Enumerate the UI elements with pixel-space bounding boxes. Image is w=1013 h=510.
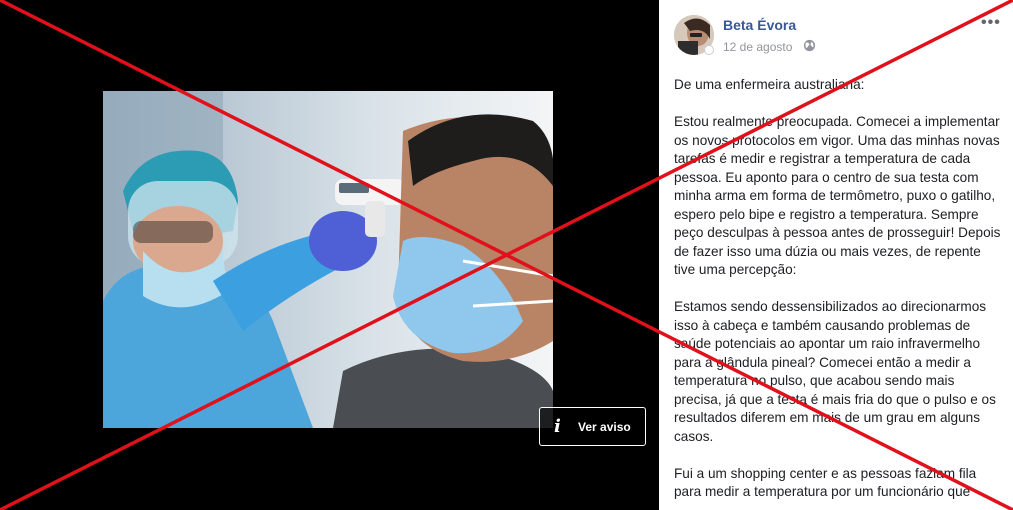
avatar-status-badge	[704, 45, 714, 55]
more-options-button[interactable]: •••	[981, 14, 1001, 32]
post-paragraph: Estamos sendo dessensibilizados ao direc…	[674, 299, 996, 444]
info-icon: i	[554, 415, 561, 437]
photo-viewer: i Ver aviso	[0, 0, 659, 510]
post-paragraph: Estou realmente preocupada. Comecei a im…	[674, 114, 1001, 277]
view-warning-button[interactable]: i Ver aviso	[539, 407, 646, 446]
post-paragraph: De uma enfermeira australiana:	[674, 77, 865, 92]
post-panel: Beta Évora 12 de agosto ••• De uma enfer…	[659, 0, 1013, 510]
globe-icon	[803, 39, 816, 52]
post-author[interactable]: Beta Évora	[723, 17, 796, 33]
post-photo[interactable]	[103, 91, 553, 428]
post-paragraph: Fui a um shopping center e as pessoas fa…	[674, 465, 977, 500]
post-date[interactable]: 12 de agosto	[723, 40, 792, 54]
view-warning-label: Ver aviso	[578, 419, 631, 434]
photo-illustration	[103, 91, 553, 428]
post-text: De uma enfermeira australiana: Estou rea…	[674, 76, 1004, 510]
